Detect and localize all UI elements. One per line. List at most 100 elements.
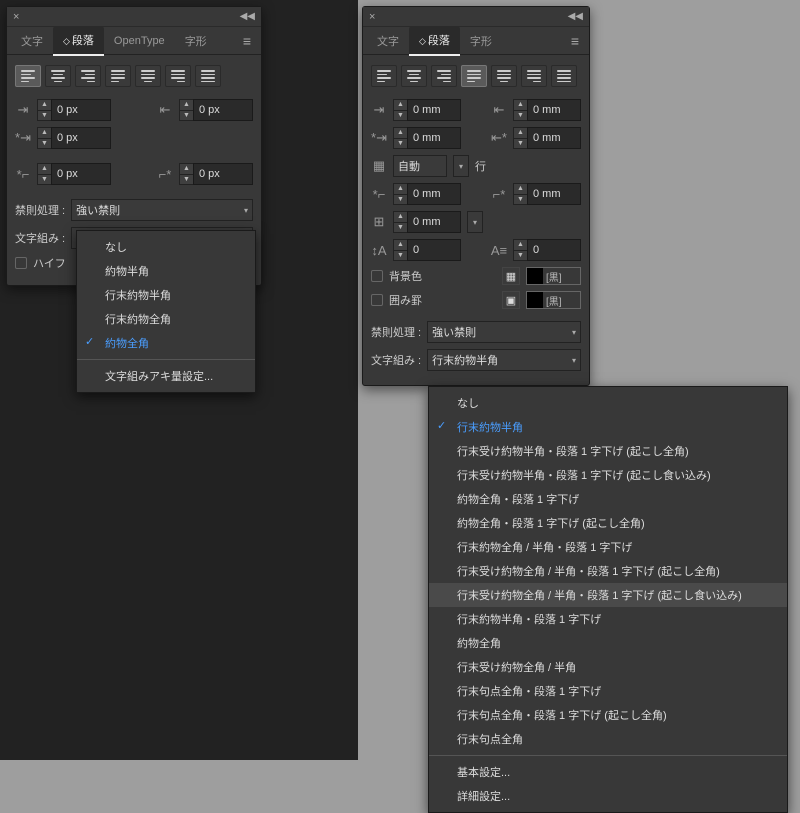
indent-left-icon: ⇥ [15, 102, 31, 118]
align-justify-all-button[interactable] [195, 65, 221, 87]
dropdown-item[interactable]: なし [429, 391, 787, 415]
border-swatch[interactable]: [黒] [526, 291, 581, 309]
dropdown-item[interactable]: 行末受け約物全角 / 半角 [429, 655, 787, 679]
tab-glyph[interactable]: 字形 [460, 27, 502, 55]
space-before-input[interactable]: 0 mm [407, 183, 461, 205]
tab-opentype[interactable]: OpenType [104, 29, 175, 53]
grid-select[interactable]: 自動 [393, 155, 447, 177]
align-justify-left-button[interactable] [461, 65, 487, 87]
close-icon[interactable]: × [369, 11, 375, 23]
dropdown-item[interactable]: ✓行末約物半角 [429, 415, 787, 439]
left-indent-input[interactable]: 0 mm [407, 99, 461, 121]
align-right-button[interactable] [75, 65, 101, 87]
border-label: 囲み罫 [389, 292, 422, 308]
hyphenation-checkbox[interactable] [15, 257, 27, 269]
align-center-button[interactable] [45, 65, 71, 87]
kinsoku-select[interactable]: 強い禁則▾ [427, 321, 581, 343]
align-left-button[interactable] [371, 65, 397, 87]
right-indent-input[interactable]: 0 px [193, 99, 253, 121]
align-right-button[interactable] [431, 65, 457, 87]
stepper[interactable]: ▲▼ [179, 163, 193, 185]
align-justify-left-button[interactable] [105, 65, 131, 87]
dropdown-item[interactable]: 行末句点全角 [429, 727, 787, 751]
bgcolor-swatch[interactable]: [黒] [526, 267, 581, 285]
align-justify-center-button[interactable] [135, 65, 161, 87]
mojikumi-select[interactable]: 行末約物半角▾ [427, 349, 581, 371]
grid-unit-dropdown[interactable]: ▾ [453, 155, 469, 177]
border-checkbox[interactable] [371, 294, 383, 306]
dropcap-chars-input[interactable]: 0 [527, 239, 581, 261]
dropdown-item-settings[interactable]: 文字組みアキ量設定... [77, 364, 255, 388]
dropdown-item[interactable]: 約物半角 [77, 259, 255, 283]
border-options-icon[interactable]: ▣ [502, 291, 520, 309]
dropdown-item[interactable]: 約物全角 [429, 631, 787, 655]
indent-left-icon: ⇥ [371, 102, 387, 118]
stepper[interactable]: ▲▼ [513, 127, 527, 149]
bgcolor-checkbox[interactable] [371, 270, 383, 282]
stepper[interactable]: ▲▼ [393, 99, 407, 121]
left-indent-input[interactable]: 0 px [51, 99, 111, 121]
stepper[interactable]: ▲▼ [393, 239, 407, 261]
dropdown-item-detail[interactable]: 詳細設定... [429, 784, 787, 808]
stepper[interactable]: ▲▼ [513, 239, 527, 261]
align-justify-right-button[interactable] [165, 65, 191, 87]
stepper[interactable]: ▲▼ [179, 99, 193, 121]
dropdown-item[interactable]: 行末句点全角・段落 1 字下げ (起こし全角) [429, 703, 787, 727]
align-justify-right-button[interactable] [521, 65, 547, 87]
mojikumi-dropdown-left: なし約物半角行末約物半角行末約物全角✓約物全角文字組みアキ量設定... [76, 230, 256, 393]
stepper[interactable]: ▲▼ [37, 127, 51, 149]
right-indent-input[interactable]: 0 mm [527, 99, 581, 121]
tab-paragraph[interactable]: ◇段落 [53, 26, 104, 56]
tab-paragraph[interactable]: ◇段落 [409, 26, 460, 56]
stepper[interactable]: ▲▼ [513, 183, 527, 205]
align-justify-center-button[interactable] [491, 65, 517, 87]
offset-icon: ⊞ [371, 214, 387, 230]
collapse-icon[interactable]: ◀◀ [240, 11, 255, 22]
stepper[interactable]: ▲▼ [393, 183, 407, 205]
lastline-indent-input[interactable]: 0 mm [527, 127, 581, 149]
offset-unit-dropdown[interactable]: ▾ [467, 211, 483, 233]
align-center-button[interactable] [401, 65, 427, 87]
dropcap-chars-icon: A≡ [491, 242, 507, 258]
dropdown-item[interactable]: 行末約物全角 / 半角・段落 1 字下げ [429, 535, 787, 559]
tab-glyph[interactable]: 字形 [175, 27, 217, 55]
stepper[interactable]: ▲▼ [513, 99, 527, 121]
dropdown-item[interactable]: 行末約物半角・段落 1 字下げ [429, 607, 787, 631]
dropdown-item[interactable]: 行末受け約物全角 / 半角・段落 1 字下げ (起こし全角) [429, 559, 787, 583]
dropdown-item[interactable]: 行末受け約物半角・段落 1 字下げ (起こし食い込み) [429, 463, 787, 487]
bgcolor-options-icon[interactable]: ▦ [502, 267, 520, 285]
firstline-indent-input[interactable]: 0 mm [407, 127, 461, 149]
dropdown-item[interactable]: 行末約物全角 [77, 307, 255, 331]
tab-character[interactable]: 文字 [367, 27, 409, 55]
tab-character[interactable]: 文字 [11, 27, 53, 55]
indent-right-icon: ⇤ [491, 102, 507, 118]
dropdown-item[interactable]: 行末受け約物全角 / 半角・段落 1 字下げ (起こし食い込み) [429, 583, 787, 607]
kinsoku-select[interactable]: 強い禁則▾ [71, 199, 253, 221]
close-icon[interactable]: × [13, 11, 19, 23]
align-left-button[interactable] [15, 65, 41, 87]
dropcap-lines-input[interactable]: 0 [407, 239, 461, 261]
collapse-icon[interactable]: ◀◀ [568, 11, 583, 22]
offset-input[interactable]: 0 mm [407, 211, 461, 233]
dropdown-item-basic[interactable]: 基本設定... [429, 760, 787, 784]
dropdown-item[interactable]: 行末受け約物半角・段落 1 字下げ (起こし全角) [429, 439, 787, 463]
grid-icon: ▦ [371, 158, 387, 174]
stepper[interactable]: ▲▼ [393, 127, 407, 149]
space-after-input[interactable]: 0 px [193, 163, 253, 185]
panel-menu-icon[interactable]: ≡ [237, 33, 257, 49]
dropdown-item[interactable]: 約物全角・段落 1 字下げ (起こし全角) [429, 511, 787, 535]
panel-menu-icon[interactable]: ≡ [565, 33, 585, 49]
dropdown-item[interactable]: 行末句点全角・段落 1 字下げ [429, 679, 787, 703]
dropdown-item[interactable]: 約物全角・段落 1 字下げ [429, 487, 787, 511]
stepper[interactable]: ▲▼ [37, 99, 51, 121]
dropdown-item[interactable]: 行末約物半角 [77, 283, 255, 307]
dropdown-item[interactable]: ✓約物全角 [77, 331, 255, 355]
dropdown-item[interactable]: なし [77, 235, 255, 259]
stepper[interactable]: ▲▼ [393, 211, 407, 233]
stepper[interactable]: ▲▼ [37, 163, 51, 185]
align-justify-all-button[interactable] [551, 65, 577, 87]
space-after-input[interactable]: 0 mm [527, 183, 581, 205]
space-before-icon: *⌐ [371, 186, 387, 202]
firstline-indent-input[interactable]: 0 px [51, 127, 111, 149]
space-before-input[interactable]: 0 px [51, 163, 111, 185]
